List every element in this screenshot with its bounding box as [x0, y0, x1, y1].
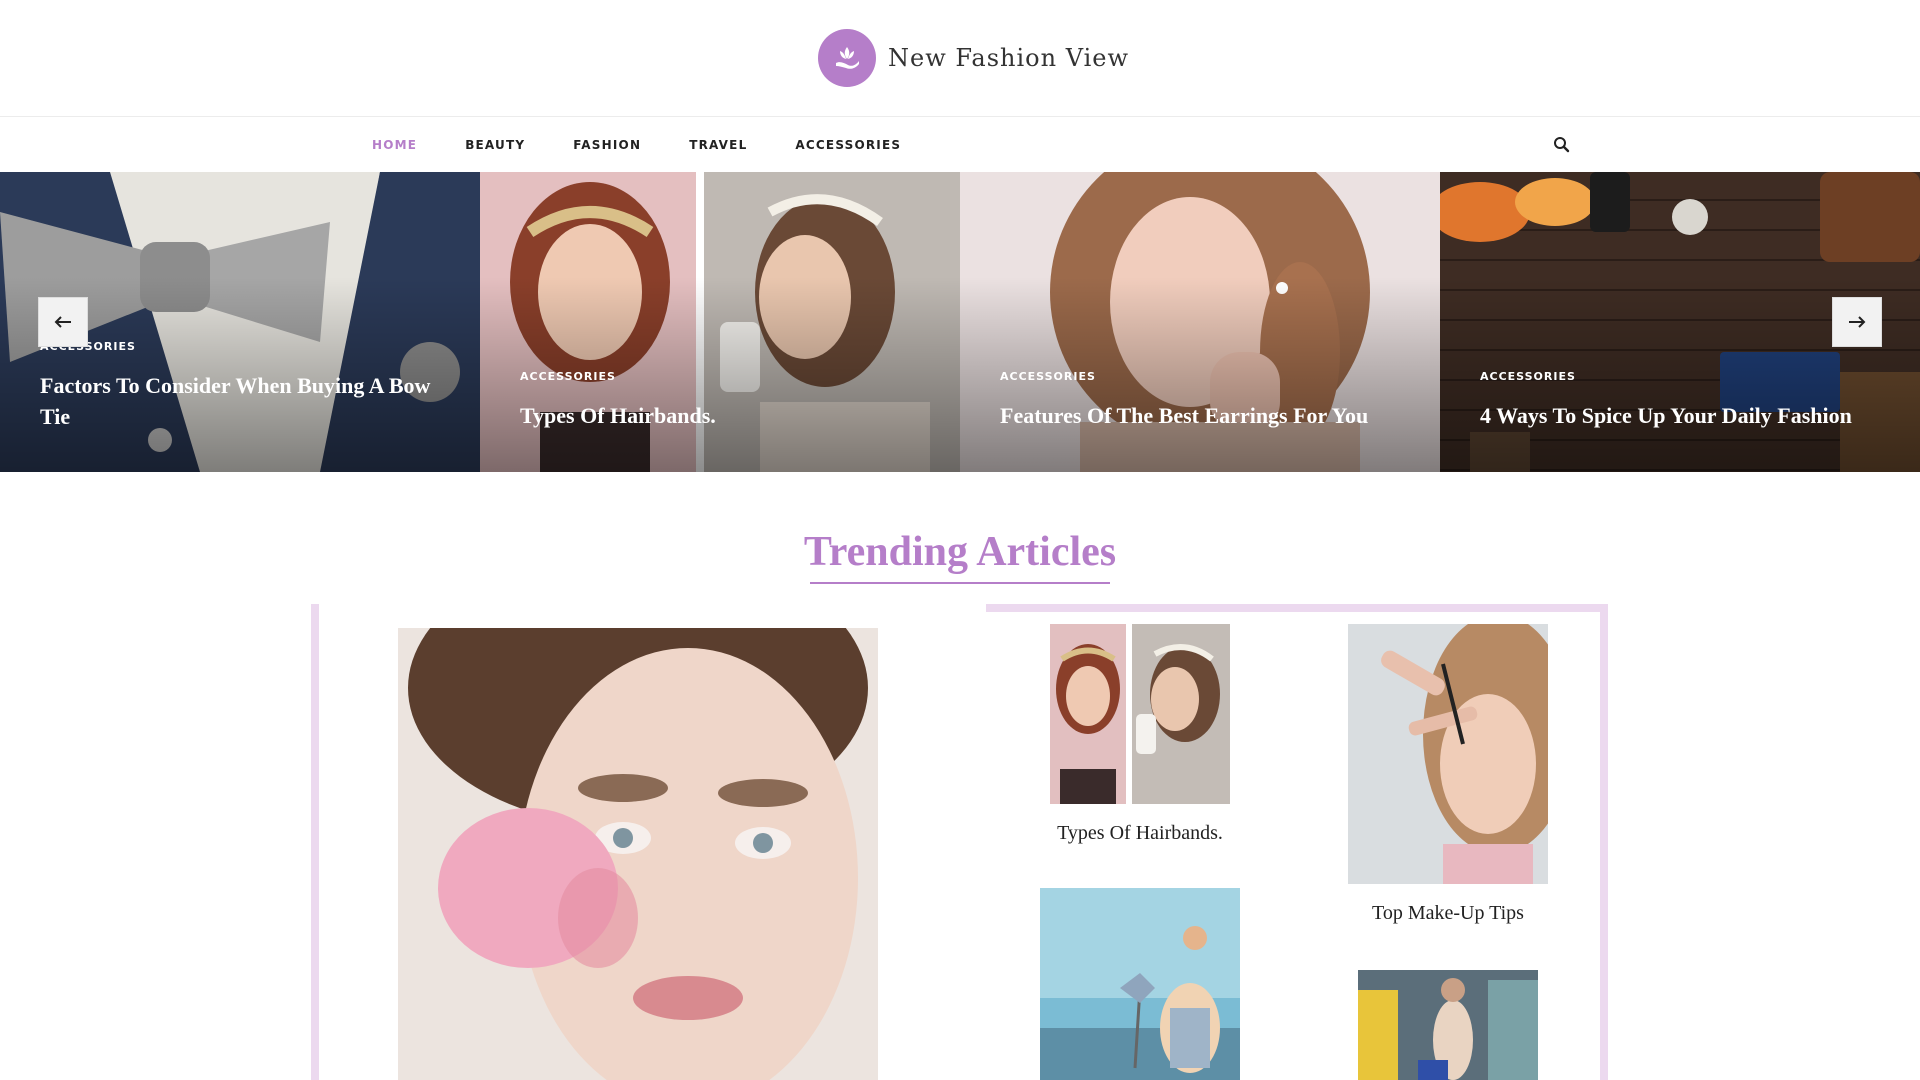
arrow-right-icon [1849, 316, 1866, 328]
arrow-left-icon [54, 316, 71, 328]
search-icon[interactable] [1552, 135, 1572, 155]
section-title: Trending Articles [803, 529, 1117, 575]
site-header: New Fashion View [0, 0, 1920, 117]
trending-card-title[interactable]: Types Of Hairbands. [1000, 822, 1280, 845]
slider-next-button[interactable] [1832, 297, 1882, 347]
brand[interactable]: New Fashion View [818, 28, 1129, 88]
trending-card-image[interactable] [1348, 624, 1548, 884]
nav-item-accessories[interactable]: ACCESSORIES [795, 138, 901, 152]
slide-earrings[interactable]: ACCESSORIES Features Of The Best Earring… [960, 172, 1440, 472]
nav-item-travel[interactable]: TRAVEL [689, 138, 747, 152]
slider-prev-button[interactable] [38, 297, 88, 347]
slide-category[interactable]: ACCESSORIES [520, 370, 616, 383]
frame-border [311, 604, 319, 1080]
slide-category[interactable]: ACCESSORIES [1480, 370, 1576, 383]
lotus-hand-icon [818, 29, 876, 87]
featured-slider: ACCESSORIES Factors To Consider When Buy… [0, 172, 1920, 472]
slide-category[interactable]: ACCESSORIES [1000, 370, 1096, 383]
slide-title[interactable]: Features Of The Best Earrings For You [1000, 400, 1420, 431]
nav-list: HOME BEAUTY FASHION TRAVEL ACCESSORIES [372, 118, 949, 172]
main-nav: HOME BEAUTY FASHION TRAVEL ACCESSORIES [0, 118, 1920, 172]
nav-item-fashion[interactable]: FASHION [573, 138, 641, 152]
trending-card-image[interactable] [1040, 888, 1240, 1080]
nav-item-beauty[interactable]: BEAUTY [465, 138, 525, 152]
trending-card-title[interactable]: Top Make-Up Tips [1308, 902, 1588, 925]
frame-border [1600, 604, 1608, 1080]
trending-card-image[interactable] [1358, 970, 1538, 1080]
frame-border [986, 604, 1608, 612]
section-underline [810, 582, 1110, 584]
slide-title[interactable]: Factors To Consider When Buying A Bow Ti… [40, 370, 460, 432]
slide-title[interactable]: Types Of Hairbands. [520, 400, 940, 431]
slide-title[interactable]: 4 Ways To Spice Up Your Daily Fashion [1480, 400, 1900, 431]
slide-hairbands[interactable]: ACCESSORIES Types Of Hairbands. [480, 172, 960, 472]
trending-card-image[interactable] [1050, 624, 1230, 804]
site-name: New Fashion View [888, 44, 1130, 72]
nav-item-home[interactable]: HOME [372, 138, 417, 152]
featured-article-image[interactable] [398, 628, 878, 1080]
